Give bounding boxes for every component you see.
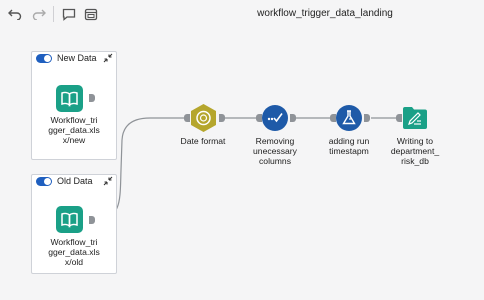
output-port[interactable] <box>290 114 296 122</box>
node-label-date-format: Date format <box>180 136 226 146</box>
node-label: Workflow_tri gger_data.xls x/old <box>48 237 100 267</box>
book-icon <box>56 206 83 233</box>
flask-icon <box>336 105 362 131</box>
input-card-old-data[interactable]: Old Data Workflow_tri gger_data.xls x/ol… <box>31 174 117 274</box>
card-header: New Data <box>32 52 116 66</box>
node-label-remove-columns: Removing unecessary columns <box>253 136 297 166</box>
output-port[interactable] <box>364 114 370 122</box>
source-node-old[interactable] <box>56 206 83 233</box>
input-card-new-data[interactable]: New Data Workflow_tri gger_data.xls x/ne… <box>31 51 117 160</box>
output-port[interactable] <box>219 114 225 122</box>
collapse-icon[interactable] <box>103 176 113 186</box>
source-node-new[interactable] <box>56 85 83 112</box>
check-dots-icon <box>262 105 288 131</box>
card-header: Old Data <box>32 175 116 189</box>
clock-badge-icon <box>191 104 216 132</box>
node-remove-columns[interactable] <box>262 105 288 131</box>
book-icon <box>56 85 83 112</box>
collapse-icon[interactable] <box>103 53 113 63</box>
enable-toggle[interactable] <box>36 177 52 186</box>
node-label-write-db: Writing to department_ risk_db <box>390 136 440 166</box>
node-write-db[interactable] <box>402 105 428 131</box>
node-add-timestamp[interactable] <box>336 105 362 131</box>
node-label-add-timestamp: adding run timestapm <box>328 136 370 156</box>
folder-pen-icon <box>403 107 427 129</box>
card-title: Old Data <box>57 176 93 186</box>
node-date-format[interactable] <box>190 104 217 132</box>
output-port[interactable] <box>89 216 95 224</box>
enable-toggle[interactable] <box>36 54 52 63</box>
output-port[interactable] <box>89 94 95 102</box>
node-label: Workflow_tri gger_data.xls x/new <box>48 115 100 145</box>
card-title: New Data <box>57 53 97 63</box>
